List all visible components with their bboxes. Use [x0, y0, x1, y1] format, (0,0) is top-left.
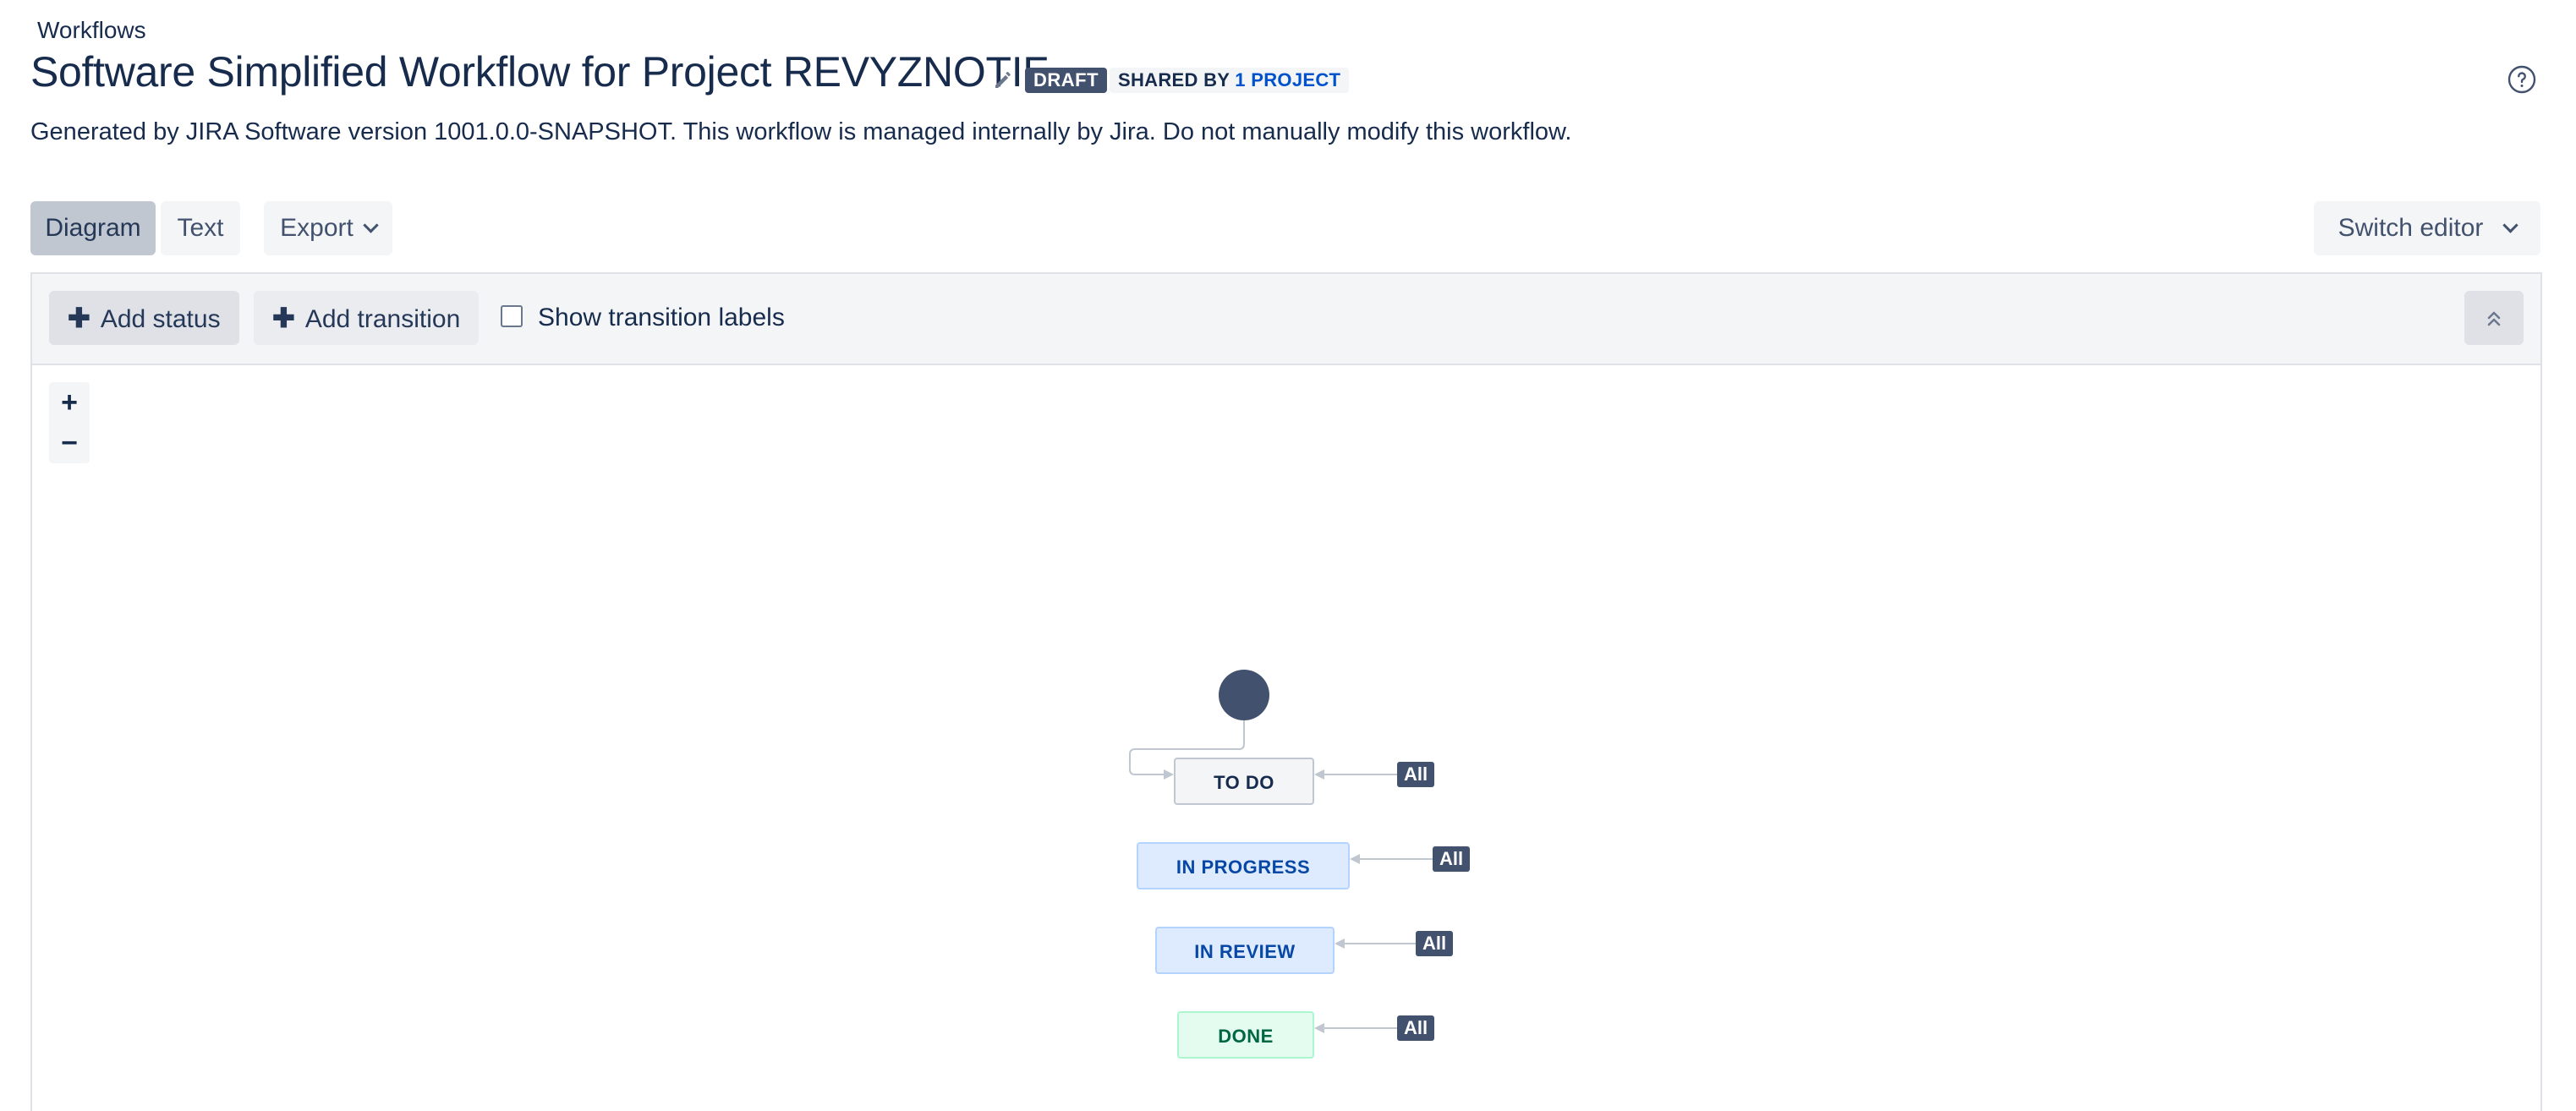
global-transition-all-done[interactable]: All — [1397, 1015, 1435, 1041]
workflow-description: Generated by JIRA Software version 1001.… — [30, 118, 1572, 145]
global-transition-all-in-review[interactable]: All — [1416, 931, 1454, 956]
show-labels-text: Show transition labels — [538, 304, 785, 331]
plus-icon: ✚ — [272, 303, 295, 333]
shared-projects-link[interactable]: 1 PROJECT — [1235, 69, 1340, 90]
switch-editor-dropdown[interactable]: Switch editor — [2314, 201, 2540, 255]
show-transition-labels-toggle[interactable]: Show transition labels — [501, 291, 785, 345]
collapse-toolbar-button[interactable] — [2464, 291, 2524, 345]
chevron-down-icon — [363, 217, 379, 233]
export-label: Export — [280, 214, 354, 242]
plus-icon: ✚ — [68, 303, 90, 333]
tab-diagram[interactable]: Diagram — [30, 201, 156, 255]
global-transition-arrows — [1314, 769, 1433, 1033]
global-transition-all-todo[interactable]: All — [1397, 762, 1435, 787]
show-labels-checkbox[interactable] — [501, 305, 523, 328]
help-icon[interactable] — [2507, 64, 2537, 95]
status-to-do[interactable]: TO DO — [1174, 758, 1314, 805]
tab-text[interactable]: Text — [161, 201, 240, 255]
chevron-down-icon — [2502, 217, 2519, 233]
diagram-canvas[interactable]: + − TO DO IN PROGRESS IN REVIEW DONE All… — [32, 365, 2540, 1109]
diagram-toolbar: ✚ Add status ✚ Add transition Show transit… — [32, 274, 2540, 365]
page-title: Software Simplified Workflow for Project… — [30, 48, 1049, 96]
breadcrumb-workflows[interactable]: Workflows — [37, 15, 146, 46]
draft-lozenge: DRAFT — [1025, 68, 1108, 93]
add-transition-button[interactable]: ✚ Add transition — [254, 291, 480, 345]
workflow-diagram-panel: ✚ Add status ✚ Add transition Show transit… — [30, 272, 2542, 1111]
shared-by-label: SHARED BY — [1118, 69, 1230, 90]
shared-by-lozenge: SHARED BY 1 PROJECT — [1110, 68, 1350, 93]
status-in-review[interactable]: IN REVIEW — [1155, 927, 1335, 974]
add-status-button[interactable]: ✚ Add status — [49, 291, 239, 345]
status-done[interactable]: DONE — [1177, 1011, 1314, 1059]
export-dropdown[interactable]: Export — [264, 201, 392, 255]
start-node[interactable] — [1219, 670, 1269, 720]
switch-editor-label: Switch editor — [2338, 214, 2484, 242]
transition-lines — [1129, 670, 1433, 1033]
add-transition-label: Add transition — [304, 305, 461, 333]
double-chevron-up-icon — [2487, 311, 2501, 326]
status-in-progress[interactable]: IN PROGRESS — [1137, 842, 1350, 889]
global-transition-all-in-progress[interactable]: All — [1433, 846, 1471, 872]
arrow-head-icon — [1164, 769, 1174, 780]
add-status-label: Add status — [100, 305, 221, 333]
pencil-edit-icon[interactable] — [991, 67, 1017, 92]
